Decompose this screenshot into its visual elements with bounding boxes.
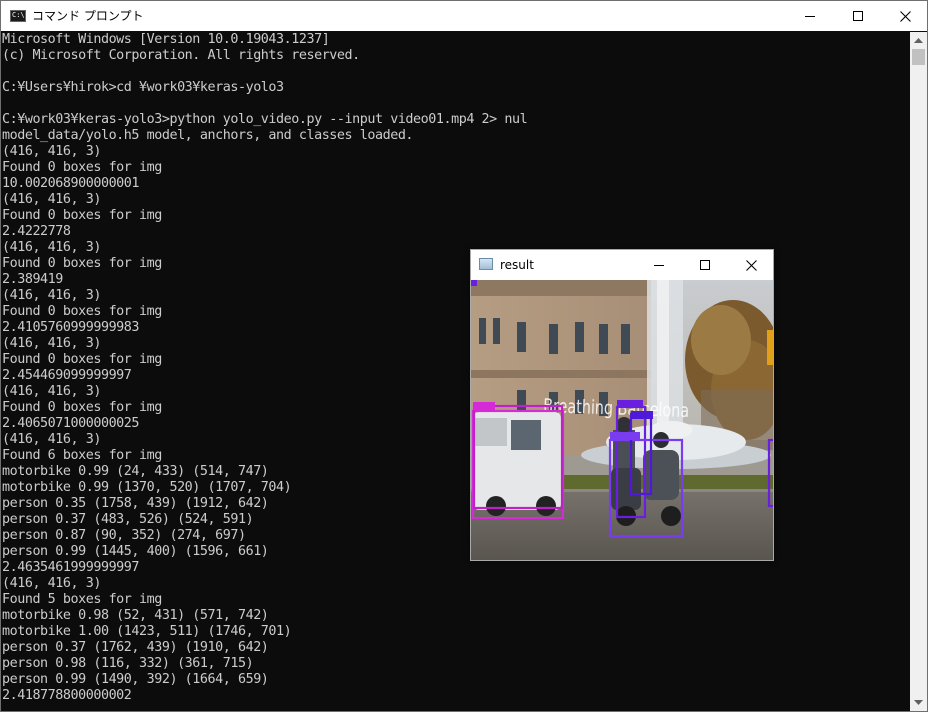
minimize-icon xyxy=(805,16,815,17)
minimize-icon xyxy=(654,265,664,266)
result-window-title: result xyxy=(500,258,534,272)
scroll-down-button[interactable] xyxy=(910,694,927,711)
console-line: 10.002068900000001 xyxy=(2,176,140,191)
chevron-down-icon xyxy=(914,700,923,705)
detection-label xyxy=(473,402,495,410)
console-line: (c) Microsoft Corporation. All rights re… xyxy=(2,48,360,63)
close-button[interactable] xyxy=(882,1,928,31)
console-line: (416, 416, 3) xyxy=(2,576,101,591)
console-line: motorbike 0.98 (52, 431) (571, 742) xyxy=(2,608,269,623)
console-line: (416, 416, 3) xyxy=(2,144,101,159)
close-icon xyxy=(899,10,911,22)
detection-label xyxy=(617,400,643,408)
console-line: person 0.37 (1762, 439) (1910, 642) xyxy=(2,640,269,655)
maximize-icon xyxy=(700,260,710,270)
result-maximize-button[interactable] xyxy=(682,250,728,280)
console-line: model_data/yolo.h5 model, anchors, and c… xyxy=(2,128,414,143)
result-app-icon xyxy=(479,258,493,270)
result-close-button[interactable] xyxy=(728,250,774,280)
cmd-titlebar[interactable]: C:\. コマンド プロンプト xyxy=(1,1,927,31)
detection-label xyxy=(471,280,477,286)
video-frame: Breathing Barcelona xyxy=(471,280,773,560)
command-prompt-window: C:\. コマンド プロンプト Microsoft Windows [Versi… xyxy=(0,0,928,712)
detection-label xyxy=(631,411,653,419)
result-titlebar[interactable]: result xyxy=(471,250,773,280)
console-line: Microsoft Windows [Version 10.0.19043.12… xyxy=(2,32,330,47)
console-line: person 0.98 (116, 332) (361, 715) xyxy=(2,656,254,671)
result-minimize-button[interactable] xyxy=(636,250,682,280)
console-line: motorbike 1.00 (1423, 511) (1746, 701) xyxy=(2,624,292,639)
minimize-button[interactable] xyxy=(787,1,833,31)
scrollbar-thumb[interactable] xyxy=(912,49,925,65)
scroll-up-button[interactable] xyxy=(910,32,927,49)
console-line: (416, 416, 3) xyxy=(2,192,101,207)
console-line: 2.4222778 xyxy=(2,224,71,239)
console-line: C:¥Users¥hirok>cd ¥work03¥keras-yolo3 xyxy=(2,80,284,95)
close-icon xyxy=(745,259,757,271)
console-line: person 0.99 (1490, 392) (1664, 659) xyxy=(2,672,269,687)
maximize-icon xyxy=(853,11,863,21)
detection-label xyxy=(610,432,640,440)
window-title: コマンド プロンプト xyxy=(32,9,144,23)
console-line: C:¥work03¥keras-yolo3>python yolo_video.… xyxy=(2,112,528,127)
cmd-app-icon: C:\. xyxy=(10,10,29,22)
chevron-up-icon xyxy=(914,38,923,43)
maximize-button[interactable] xyxy=(835,1,881,31)
console-line: 2.4635461999999997 xyxy=(2,560,140,575)
result-window: result Breathing Barcelona xyxy=(470,249,774,561)
vertical-scrollbar[interactable] xyxy=(910,32,927,711)
console-line: 2.418778800000002 xyxy=(2,688,132,703)
console-line: Found 0 boxes for img xyxy=(2,208,162,223)
cmd-app-icon-text: C:\. xyxy=(12,11,29,19)
console-line: Found 5 boxes for img xyxy=(2,592,162,607)
console-line: Found 0 boxes for img xyxy=(2,160,162,175)
video-frame-image: Breathing Barcelona xyxy=(471,280,773,560)
